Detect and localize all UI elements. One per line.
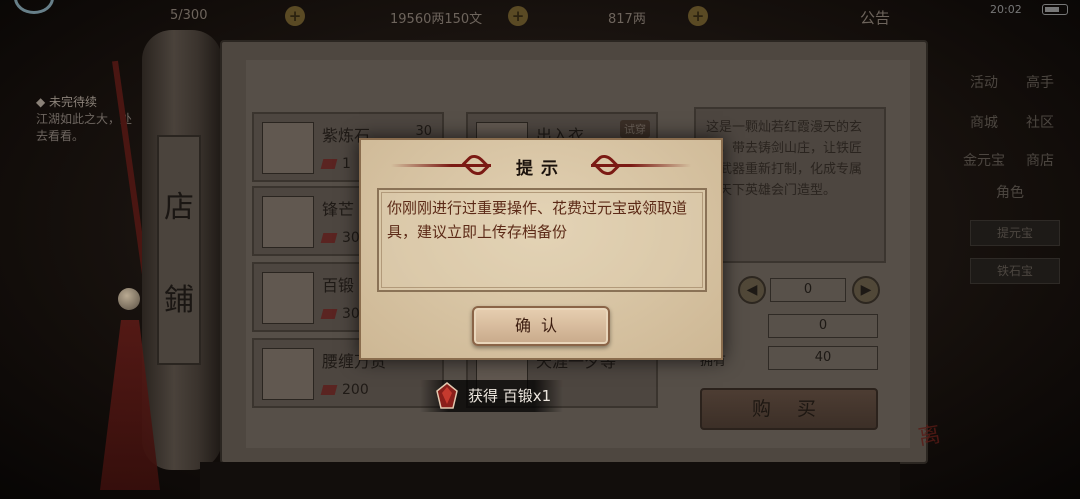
shop-title-char-2: 鋪 (164, 282, 194, 318)
item-tag: 试穿 (620, 120, 650, 138)
gem-icon (320, 233, 338, 243)
gem-icon (320, 309, 338, 319)
own-row: 拥有 40 (700, 346, 880, 372)
item-name: 锋芒 (322, 200, 355, 219)
item-price: 30 (320, 230, 360, 246)
withdraw-gold-button[interactable]: 提元宝 (970, 220, 1060, 246)
resource-gold: 817两 (608, 12, 646, 27)
purple-stone-icon (262, 122, 314, 174)
increase-quantity-button[interactable]: ▶ (852, 276, 880, 304)
ornament-line-icon (591, 164, 691, 167)
buy-button[interactable]: 购 买 (700, 388, 878, 430)
gem-icon (320, 385, 338, 395)
resource-stamina: 5/300 (170, 8, 208, 23)
nav-masters[interactable]: 高手 (1016, 70, 1064, 96)
dialog-message: 你刚刚进行过重要操作、花费过元宝或领取道具，建议立即上传存档备份 (377, 188, 707, 292)
nav-community[interactable]: 社区 (1016, 110, 1064, 136)
quantity-field[interactable]: 0 (770, 278, 846, 302)
gem-icon (320, 159, 338, 169)
own-value: 40 (768, 346, 878, 370)
tab-role[interactable]: 角色 (986, 180, 1034, 206)
confirm-button[interactable]: 确认 (472, 306, 610, 346)
reward-toast: 获得 百锻x1 (420, 380, 564, 412)
add-stamina-button[interactable]: + (285, 6, 305, 26)
item-price: 30 (320, 306, 360, 322)
nav-gold[interactable]: 金元宝 (960, 148, 1008, 174)
bottom-bar (200, 462, 900, 499)
dialog-header: 提示 (361, 150, 721, 180)
add-silver-button[interactable]: + (508, 6, 528, 26)
item-qty: 30 (415, 124, 432, 139)
shop-title-char-1: 店 (164, 189, 194, 225)
add-gold-button[interactable]: + (688, 6, 708, 26)
cost-row: 费 0 (700, 314, 880, 340)
item-name: 百锻 (322, 276, 355, 295)
nav-store[interactable]: 商店 (1016, 148, 1064, 174)
avatar-ring-icon[interactable] (14, 0, 54, 14)
cost-value: 0 (768, 314, 878, 338)
tassel-bead-icon (118, 288, 140, 310)
battery-icon (1042, 4, 1068, 15)
shop-title-plaque: 店 鋪 (157, 135, 201, 365)
resource-silver: 19560两150文 (390, 12, 483, 27)
item-price: 200 (320, 382, 369, 398)
announcement-button[interactable]: 公告 (860, 7, 890, 28)
top-status-bar: 5/300 + 19560两150文 + 817两 + 公告 20:02 (0, 0, 1080, 34)
red-crystal-icon (436, 382, 458, 409)
prompt-dialog: 提示 你刚刚进行过重要操作、花费过元宝或领取道具，建议立即上传存档备份 确认 (359, 138, 723, 360)
nav-activity[interactable]: 活动 (960, 70, 1008, 96)
book-icon (262, 196, 314, 248)
item-price: 1 (320, 156, 351, 172)
dragon-icon (262, 348, 314, 400)
clock: 20:02 (990, 3, 1022, 16)
nav-mall[interactable]: 商城 (960, 110, 1008, 136)
toast-text: 获得 百锻x1 (468, 387, 552, 405)
iron-button[interactable]: 铁石宝 (970, 258, 1060, 284)
red-gem-icon (262, 272, 314, 324)
